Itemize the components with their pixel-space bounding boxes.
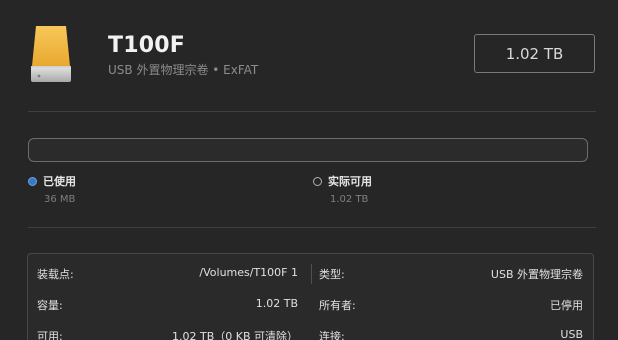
volume-subtitle: USB 外置物理宗卷 • ExFAT <box>108 63 259 77</box>
header-divider <box>28 111 596 112</box>
volume-title: T100F <box>108 33 185 58</box>
info-label-connection: 连接: <box>319 330 345 340</box>
free-swatch-icon <box>313 176 322 186</box>
legend-free: 实际可用 <box>313 173 372 189</box>
info-column-divider <box>311 264 312 284</box>
info-table: 装载点: /Volumes/T100F 1 容量: 1.02 TB 可用: 1.… <box>27 253 594 340</box>
legend-free-label: 实际可用 <box>328 175 372 188</box>
legend-free-value: 1.02 TB <box>330 194 369 205</box>
legend-used: 已使用 <box>28 173 76 189</box>
usage-divider <box>28 227 596 228</box>
info-value-available: 1.02 TB（0 KB 可清除） <box>171 330 298 340</box>
info-value-capacity: 1.02 TB <box>255 297 298 310</box>
legend-used-label: 已使用 <box>43 175 76 188</box>
info-value-owner: 已停用 <box>550 299 583 312</box>
info-label-available: 可用: <box>37 330 63 340</box>
info-value-mount: /Volumes/T100F 1 <box>199 266 298 279</box>
capacity-display: 1.02 TB <box>474 34 595 73</box>
info-label-type: 类型: <box>319 268 345 281</box>
usage-bar <box>28 138 588 162</box>
info-value-type: USB 外置物理宗卷 <box>490 268 583 281</box>
info-value-connection: USB <box>560 328 583 340</box>
legend-used-value: 36 MB <box>44 194 76 205</box>
external-drive-icon <box>31 26 71 82</box>
info-label-owner: 所有者: <box>319 299 356 312</box>
used-swatch-icon <box>28 176 37 186</box>
info-label-mount: 装载点: <box>37 268 74 281</box>
info-label-capacity: 容量: <box>37 299 63 312</box>
